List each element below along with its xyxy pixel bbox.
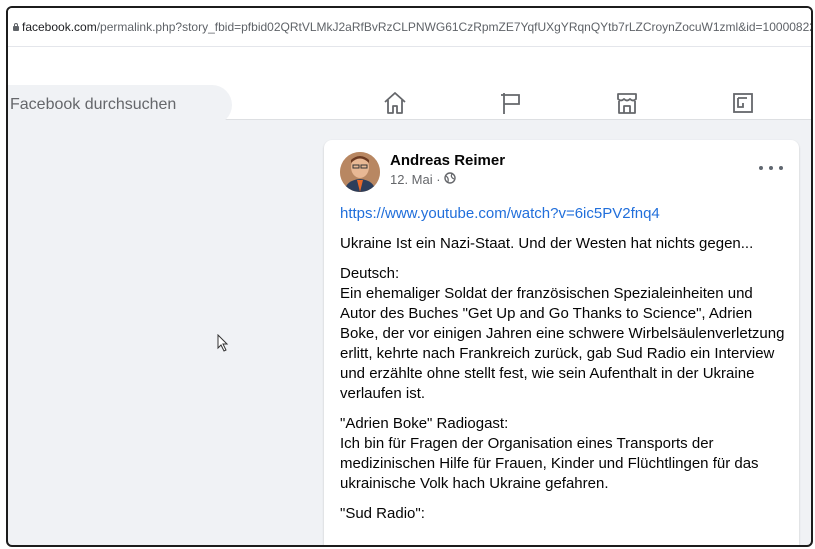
post-author[interactable]: Andreas Reimer bbox=[390, 152, 505, 169]
post-headline: Ukraine Ist ein Nazi-Staat. Und der West… bbox=[340, 235, 754, 252]
avatar[interactable] bbox=[340, 152, 380, 192]
post-date[interactable]: 12. Mai · bbox=[390, 172, 441, 187]
marketplace-icon[interactable] bbox=[611, 87, 643, 119]
address-bar[interactable]: facebook.com/permalink.php?story_fbid=pf… bbox=[8, 8, 811, 47]
url-path: /permalink.php?story_fbid=pfbid02QRtVLMk… bbox=[96, 20, 813, 34]
post-paragraph-1: Deutsch: Ein ehemaliger Soldat der franz… bbox=[340, 265, 785, 402]
post-link[interactable]: https://www.youtube.com/watch?v=6ic5PV2f… bbox=[340, 205, 660, 222]
home-icon[interactable] bbox=[379, 87, 411, 119]
post-content: https://www.youtube.com/watch?v=6ic5PV2f… bbox=[340, 204, 785, 534]
more-options-icon[interactable] bbox=[759, 158, 783, 178]
browser-window: facebook.com/permalink.php?story_fbid=pf… bbox=[6, 6, 813, 547]
mouse-cursor-icon bbox=[217, 334, 229, 352]
search-input[interactable] bbox=[8, 85, 232, 125]
url-text[interactable]: facebook.com/permalink.php?story_fbid=pf… bbox=[22, 20, 813, 34]
gaming-icon[interactable] bbox=[727, 87, 759, 119]
url-domain: facebook.com bbox=[22, 20, 97, 34]
flag-icon[interactable] bbox=[495, 87, 527, 119]
post-paragraph-3: "Sud Radio": bbox=[340, 505, 425, 522]
post-paragraph-2: "Adrien Boke" Radiogast: Ich bin für Fra… bbox=[340, 415, 759, 492]
post-meta: 12. Mai · bbox=[390, 172, 456, 187]
facebook-navbar bbox=[8, 47, 811, 125]
globe-icon bbox=[443, 172, 456, 187]
post-card: Andreas Reimer 12. Mai · https://www.you… bbox=[324, 140, 799, 545]
